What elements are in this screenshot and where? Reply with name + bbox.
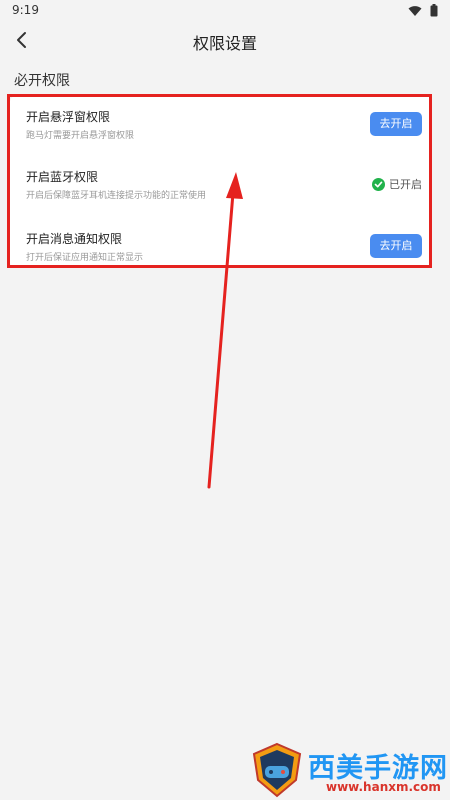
status-time: 9:19 <box>12 3 39 17</box>
permission-desc: 打开后保证应用通知正常显示 <box>26 253 144 263</box>
watermark: 西美手游网 www.hanxm.com <box>250 740 450 800</box>
gamepad-shield-icon <box>252 742 302 798</box>
check-icon <box>372 177 385 191</box>
permission-desc: 跑马灯需要开启悬浮窗权限 <box>26 131 135 141</box>
status-icons <box>408 4 438 17</box>
permission-title: 开启蓝牙权限 <box>26 170 99 184</box>
permissions-card: 开启悬浮窗权限 跑马灯需要开启悬浮窗权限 去开启 开启蓝牙权限 开启后保障蓝牙耳… <box>10 96 432 268</box>
permission-row-notification: 开启消息通知权限 打开后保证应用通知正常显示 去开启 <box>10 218 432 276</box>
permission-row-bluetooth: 开启蓝牙权限 开启后保障蓝牙耳机连接提示功能的正常使用 已开启 <box>10 156 432 214</box>
enable-floating-window-button[interactable]: 去开启 <box>370 112 422 136</box>
battery-icon <box>430 4 438 17</box>
watermark-url: www.hanxm.com <box>326 780 441 794</box>
nav-bar: 权限设置 <box>0 22 450 60</box>
permission-title: 开启悬浮窗权限 <box>26 110 111 124</box>
section-title: 必开权限 <box>14 73 70 89</box>
permission-row-floating-window: 开启悬浮窗权限 跑马灯需要开启悬浮窗权限 去开启 <box>10 96 432 154</box>
wifi-icon <box>408 5 422 16</box>
enable-notification-button[interactable]: 去开启 <box>370 234 422 258</box>
permission-title: 开启消息通知权限 <box>26 232 123 246</box>
page-title: 权限设置 <box>192 34 257 53</box>
enabled-status: 已开启 <box>372 176 422 192</box>
permission-desc: 开启后保障蓝牙耳机连接提示功能的正常使用 <box>26 191 207 201</box>
status-bar: 9:19 <box>0 0 450 22</box>
enabled-label: 已开启 <box>389 178 422 191</box>
